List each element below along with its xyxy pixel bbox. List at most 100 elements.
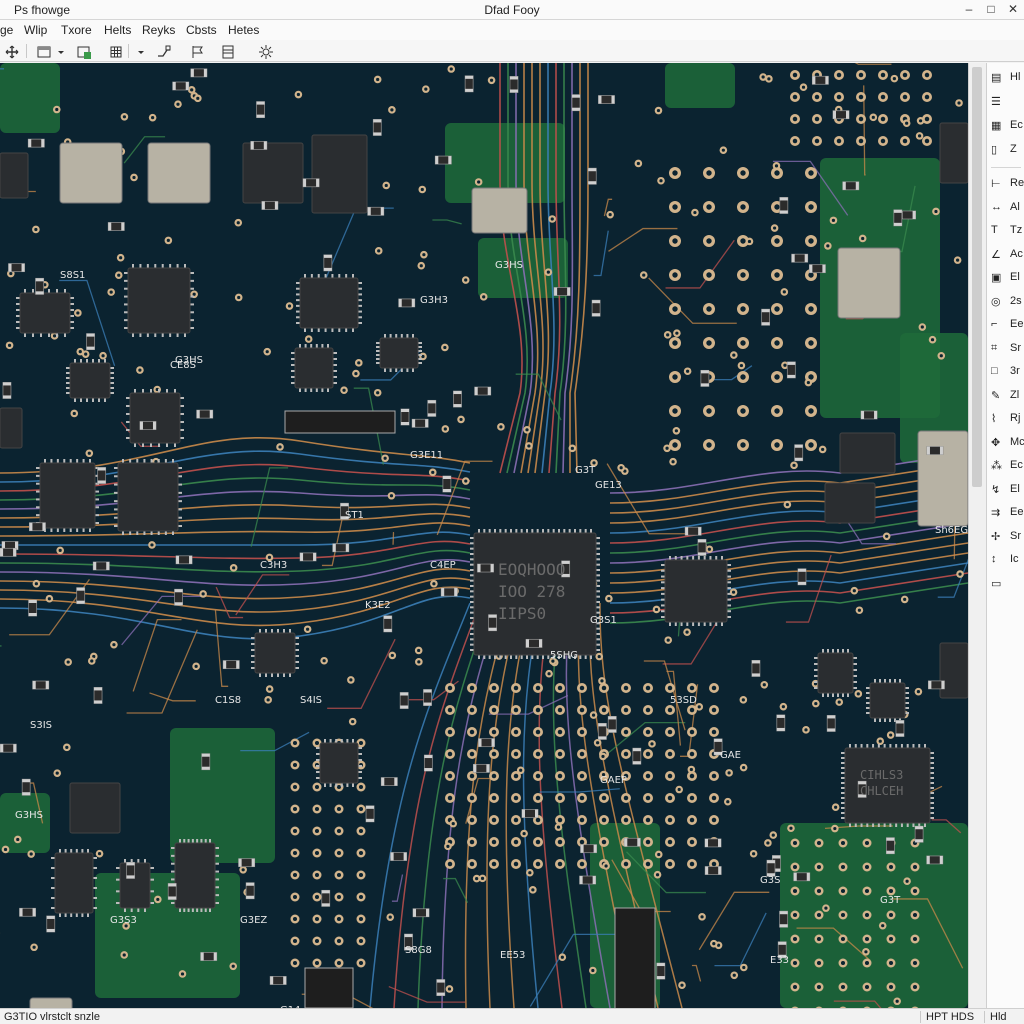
panel-tool-item[interactable]: ↯ El: [991, 481, 1024, 499]
ic-pin: [470, 633, 474, 635]
list-icon: ☰: [991, 96, 1001, 108]
via-hole: [480, 876, 485, 880]
passive-end: [383, 628, 392, 632]
panel-tool-item[interactable]: ↔ Al: [991, 199, 1024, 217]
via-hole: [916, 690, 920, 694]
scrollbar-thumb[interactable]: [972, 67, 982, 487]
panel-tool-item[interactable]: ⌗ Sr: [991, 340, 1024, 358]
via-hole: [707, 547, 711, 551]
via-hole: [912, 984, 918, 990]
via-hole: [201, 592, 205, 596]
ic-pin: [24, 289, 26, 293]
ic-pin: [265, 673, 267, 677]
menu-item-tools[interactable]: Cbsts: [186, 23, 217, 37]
close-button[interactable]: ✕: [1002, 0, 1024, 20]
window-dropdown-button[interactable]: [54, 42, 66, 60]
passive-end: [827, 728, 836, 732]
via-hole: [880, 72, 886, 78]
ic-pin: [251, 661, 255, 663]
via-hole: [109, 290, 113, 294]
trace: [593, 230, 609, 277]
panel-top-item[interactable]: ▯ Z: [991, 141, 1024, 159]
ic-pin: [889, 679, 891, 683]
window-button[interactable]: [34, 42, 52, 60]
ic-pin: [536, 529, 539, 533]
cpu-marking: IOO 278: [498, 582, 565, 601]
via-hole: [689, 751, 695, 757]
ic-pin: [680, 622, 683, 626]
menu-item-file[interactable]: ge: [0, 23, 13, 37]
passive-end: [424, 768, 433, 772]
via-hole: [469, 795, 475, 801]
panel-tool-item[interactable]: ✎ Zl: [991, 387, 1024, 405]
ic-pin: [470, 601, 474, 603]
via-hole: [740, 340, 746, 346]
ic-pin: [315, 344, 318, 348]
vertical-scrollbar[interactable]: [968, 63, 986, 1008]
route-button[interactable]: [154, 42, 172, 60]
flag-button[interactable]: [188, 42, 206, 60]
ic-pin: [40, 333, 42, 337]
panel-tool-item[interactable]: ⁂ Ec: [991, 457, 1024, 475]
panel-tool-item[interactable]: ∠ Ac: [991, 246, 1024, 264]
settings-button[interactable]: [256, 42, 274, 60]
menu-item-route[interactable]: Reyks: [142, 23, 175, 37]
via-hole: [358, 740, 364, 746]
via-hole: [469, 861, 475, 867]
menu-item-view[interactable]: Txore: [61, 23, 92, 37]
panel-tool-item[interactable]: □ 3r: [991, 363, 1024, 381]
grid-dropdown-button[interactable]: [134, 42, 146, 60]
ic-pin: [150, 867, 154, 869]
panel-tool-item[interactable]: ◎ 2s: [991, 293, 1024, 311]
passive-end: [886, 837, 895, 841]
panel-tool-item[interactable]: ▭: [991, 575, 1024, 593]
panel-tool-item[interactable]: ✥ Mc: [991, 434, 1024, 452]
ic-pin: [358, 282, 362, 284]
pcb-board[interactable]: G3HSG3HSG3HSG3H3K3E2C3H3C1S8S3ISS4ISG14C…: [0, 63, 968, 1008]
panel-tool-item[interactable]: T Tz: [991, 222, 1024, 240]
ic-pin: [70, 297, 74, 299]
ic-pin: [316, 771, 320, 773]
ic-pin: [470, 558, 474, 561]
via-hole: [447, 773, 453, 779]
via-hole: [9, 271, 13, 276]
passive-end: [509, 89, 518, 93]
panel-tool-item[interactable]: ▣ El: [991, 269, 1024, 287]
via-hole: [292, 894, 298, 900]
minimize-button[interactable]: –: [958, 0, 980, 20]
silkscreen-label: G3H3: [420, 295, 448, 306]
menu-item-edit[interactable]: Wlip: [24, 23, 47, 37]
panel-tool-item[interactable]: ↕ Ic: [991, 551, 1024, 569]
via-hole: [447, 685, 453, 691]
ic-pin: [526, 529, 528, 533]
layers-button[interactable]: [218, 42, 236, 60]
panel-top-item[interactable]: ▤ Hl: [991, 69, 1024, 87]
panel-tool-item[interactable]: ✢ Sr: [991, 528, 1024, 546]
panel-top-item[interactable]: ▦ Ec: [991, 117, 1024, 135]
passive-end: [893, 209, 902, 213]
pointer-tool-button[interactable]: [2, 42, 20, 60]
panel-tool-item[interactable]: ⌇ Rj: [991, 410, 1024, 428]
via-hole: [711, 861, 717, 867]
pcb-canvas[interactable]: G3HSG3HSG3HSG3H3K3E2C3H3C1S8S3ISS4ISG14C…: [0, 63, 968, 1008]
ic-pin: [510, 529, 512, 533]
panel-tool-item[interactable]: ⊢ Re: [991, 175, 1024, 193]
via-hole: [601, 707, 607, 713]
menu-item-place[interactable]: Helts: [104, 23, 131, 37]
panel-top-item[interactable]: ☰: [991, 93, 1024, 111]
ic-pin: [715, 622, 718, 626]
ic-pin: [542, 655, 544, 659]
panel-tool-item[interactable]: ⇉ Ee: [991, 504, 1024, 522]
ic-pin: [470, 617, 474, 619]
ic-pin: [352, 328, 354, 332]
via-hole: [292, 762, 298, 768]
panel-tool-item[interactable]: ⌐ Ee: [991, 316, 1024, 334]
maximize-button[interactable]: □: [980, 0, 1002, 20]
grid-button[interactable]: [106, 42, 124, 60]
via-hole: [601, 839, 607, 845]
ic-pin: [841, 757, 845, 759]
ic-pin: [504, 529, 507, 533]
via-hole: [826, 244, 830, 248]
add-component-button[interactable]: [74, 42, 92, 60]
menu-item-help[interactable]: Hetes: [228, 23, 259, 37]
